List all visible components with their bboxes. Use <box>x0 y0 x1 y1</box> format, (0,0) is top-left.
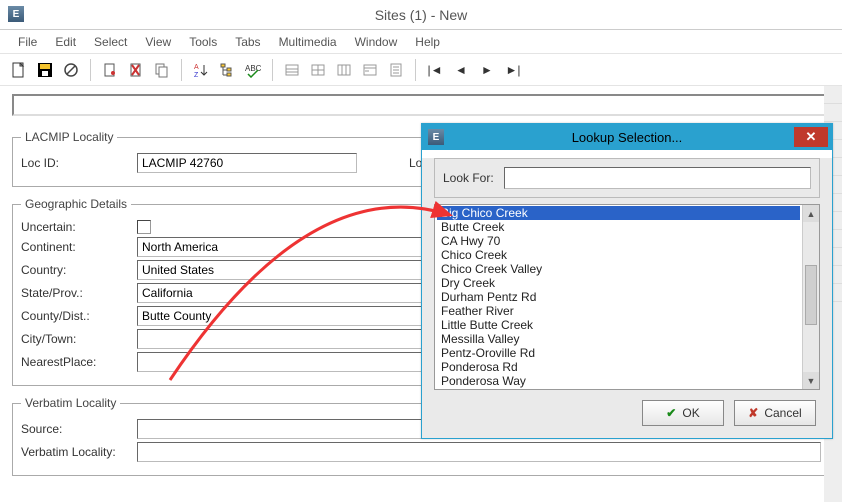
separator <box>415 59 416 81</box>
list-item[interactable]: Dry Creek <box>437 276 800 290</box>
list-item[interactable]: Little Butte Creek <box>437 318 800 332</box>
uncertain-label: Uncertain: <box>21 220 131 234</box>
list-item[interactable]: Feather River <box>437 304 800 318</box>
lookfor-section: Look For: <box>434 158 820 198</box>
attach-icon[interactable] <box>99 59 121 81</box>
country-label: Country: <box>21 263 131 277</box>
list-item[interactable]: Butte Creek <box>437 220 800 234</box>
menu-file[interactable]: File <box>10 32 45 52</box>
group-verbatim-legend: Verbatim Locality <box>21 396 120 410</box>
continent-label: Continent: <box>21 240 131 254</box>
dialog-close-button[interactable]: ✕ <box>794 127 828 147</box>
dialog-buttons: ✔ OK ✘ Cancel <box>430 390 824 430</box>
verbatim-loc-label: Verbatim Locality: <box>21 445 131 459</box>
ok-button[interactable]: ✔ OK <box>642 400 724 426</box>
grid1-icon[interactable] <box>281 59 303 81</box>
loc-id-input[interactable] <box>137 153 357 173</box>
dialog-title-text: Lookup Selection... <box>572 130 683 145</box>
delete-doc-icon[interactable] <box>125 59 147 81</box>
city-label: City/Town: <box>21 332 131 346</box>
copy-icon[interactable] <box>151 59 173 81</box>
list-item[interactable]: Ponderosa Way <box>437 374 800 388</box>
menubar: FileEditSelectViewToolsTabsMultimediaWin… <box>0 30 842 54</box>
list-item[interactable]: Ponderosa Rd <box>437 360 800 374</box>
list-item[interactable]: Chico Creek <box>437 248 800 262</box>
lookfor-label: Look For: <box>443 171 494 185</box>
menu-multimedia[interactable]: Multimedia <box>271 32 345 52</box>
lookfor-input[interactable] <box>504 167 811 189</box>
lookup-list: Big Chico CreekButte CreekCA Hwy 70Chico… <box>434 204 820 390</box>
svg-text:A: A <box>194 64 199 71</box>
menu-view[interactable]: View <box>137 32 179 52</box>
list-item[interactable]: Chico Creek Valley <box>437 262 800 276</box>
menu-tabs[interactable]: Tabs <box>227 32 268 52</box>
uncertain-checkbox[interactable] <box>137 220 151 234</box>
scroll-thumb[interactable] <box>805 265 817 325</box>
nearest-label: NearestPlace: <box>21 355 131 369</box>
dialog-titlebar: E Lookup Selection... ✕ <box>422 124 832 150</box>
nav-first-icon[interactable]: |◄ <box>424 59 446 81</box>
list-item[interactable]: Durham Pentz Rd <box>437 290 800 304</box>
report-icon[interactable] <box>385 59 407 81</box>
verbatim-loc-input[interactable] <box>137 442 821 462</box>
grid3-icon[interactable] <box>333 59 355 81</box>
window-title: Sites (1) - New <box>375 7 468 23</box>
menu-window[interactable]: Window <box>347 32 406 52</box>
new-icon[interactable] <box>8 59 30 81</box>
save-icon[interactable] <box>34 59 56 81</box>
grid2-icon[interactable] <box>307 59 329 81</box>
separator <box>272 59 273 81</box>
window-titlebar: E Sites (1) - New <box>0 0 842 30</box>
group-lacmip-legend: LACMIP Locality <box>21 130 117 144</box>
app-icon: E <box>8 6 24 22</box>
scrollbar[interactable]: ▲ ▼ <box>802 205 819 389</box>
dialog-app-icon: E <box>428 129 444 145</box>
cancel-button[interactable]: ✘ Cancel <box>734 400 816 426</box>
nav-next-icon[interactable]: ► <box>476 59 498 81</box>
menu-help[interactable]: Help <box>407 32 448 52</box>
group-geo-legend: Geographic Details <box>21 197 131 211</box>
nav-last-icon[interactable]: ►| <box>502 59 524 81</box>
separator <box>181 59 182 81</box>
scroll-down-icon[interactable]: ▼ <box>803 372 819 389</box>
menu-select[interactable]: Select <box>86 32 135 52</box>
topbar-input[interactable] <box>12 94 830 116</box>
list-item[interactable]: Big Chico Creek <box>437 206 800 220</box>
tree-icon[interactable] <box>216 59 238 81</box>
check-icon: ✔ <box>666 406 676 420</box>
scroll-up-icon[interactable]: ▲ <box>803 205 819 222</box>
dialog-body: Look For: Big Chico CreekButte CreekCA H… <box>422 158 832 438</box>
menu-edit[interactable]: Edit <box>47 32 84 52</box>
spellcheck-icon[interactable]: ABC <box>242 59 264 81</box>
forbidden-icon[interactable] <box>60 59 82 81</box>
separator <box>90 59 91 81</box>
state-label: State/Prov.: <box>21 286 131 300</box>
source-label: Source: <box>21 422 131 436</box>
county-label: County/Dist.: <box>21 309 131 323</box>
svg-text:Z: Z <box>194 72 199 78</box>
nav-prev-icon[interactable]: ◄ <box>450 59 472 81</box>
toolbar: AZ ABC |◄ ◄ ► ►| <box>0 54 842 86</box>
list-item[interactable]: Messilla Valley <box>437 332 800 346</box>
loc-id-label: Loc ID: <box>21 156 131 170</box>
cancel-button-label: Cancel <box>764 406 801 420</box>
sort-icon[interactable]: AZ <box>190 59 212 81</box>
lookup-dialog: E Lookup Selection... ✕ Look For: Big Ch… <box>421 123 833 439</box>
menu-tools[interactable]: Tools <box>181 32 225 52</box>
ok-button-label: OK <box>682 406 699 420</box>
form-icon[interactable] <box>359 59 381 81</box>
list-item[interactable]: Pentz-Oroville Rd <box>437 346 800 360</box>
svg-text:ABC: ABC <box>245 64 261 73</box>
list-item[interactable]: CA Hwy 70 <box>437 234 800 248</box>
cancel-x-icon: ✘ <box>748 406 758 420</box>
